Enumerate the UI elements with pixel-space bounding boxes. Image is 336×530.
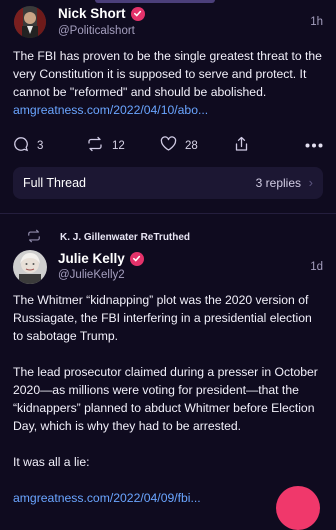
author-name-row: Julie Kelly	[58, 251, 144, 266]
post-text: The FBI has proven to be the single grea…	[13, 49, 322, 99]
share-action[interactable]	[234, 136, 249, 155]
reply-count: 3	[37, 139, 44, 152]
post-link[interactable]: amgreatness.com/2022/04/10/abo...	[13, 101, 325, 119]
full-thread-label: Full Thread	[23, 176, 86, 190]
chevron-right-icon: ›	[308, 175, 313, 190]
verified-badge-icon	[130, 6, 145, 21]
post-body: The Whitmer “kidnapping” plot was the 20…	[13, 291, 325, 507]
author-name[interactable]: Nick Short	[58, 6, 126, 21]
verified-badge-icon	[129, 251, 144, 266]
post-time: 1d	[310, 261, 323, 273]
heart-icon	[160, 136, 177, 155]
avatar[interactable]	[14, 6, 46, 38]
post-body: The FBI has proven to be the single grea…	[13, 47, 325, 119]
author-handle[interactable]: @Politicalshort	[58, 25, 135, 37]
author-name[interactable]: Julie Kelly	[58, 251, 125, 266]
post-actions: 3 12 28	[0, 136, 336, 156]
post-paragraph-1: The Whitmer “kidnapping” plot was the 20…	[13, 293, 312, 343]
author-handle[interactable]: @JulieKelly2	[58, 269, 125, 281]
post-julie-kelly[interactable]: Julie Kelly @JulieKelly2 1d The Whitmer …	[0, 214, 336, 505]
retruth-arrows-icon	[86, 136, 104, 155]
like-action[interactable]: 28	[160, 136, 198, 155]
post-nick-short[interactable]: Nick Short @Politicalshort 1h The FBI ha…	[0, 0, 336, 210]
speech-bubble-icon	[13, 136, 29, 155]
retruth-action[interactable]: 12	[86, 136, 125, 155]
post-paragraph-2: The lead prosecutor claimed during a pre…	[13, 365, 318, 433]
share-icon	[234, 136, 249, 155]
full-thread-replies: 3 replies	[255, 176, 301, 190]
more-dots-icon[interactable]	[305, 143, 323, 148]
post-paragraph-3: It was all a lie:	[13, 455, 90, 469]
avatar[interactable]	[13, 250, 47, 284]
retruth-count: 12	[112, 139, 125, 152]
like-count: 28	[185, 139, 198, 152]
compose-button[interactable]	[276, 486, 320, 530]
post-time: 1h	[310, 16, 323, 28]
reply-action[interactable]: 3	[13, 136, 43, 155]
author-name-row: Nick Short	[58, 6, 145, 21]
full-thread-button[interactable]: Full Thread 3 replies ›	[13, 167, 323, 199]
